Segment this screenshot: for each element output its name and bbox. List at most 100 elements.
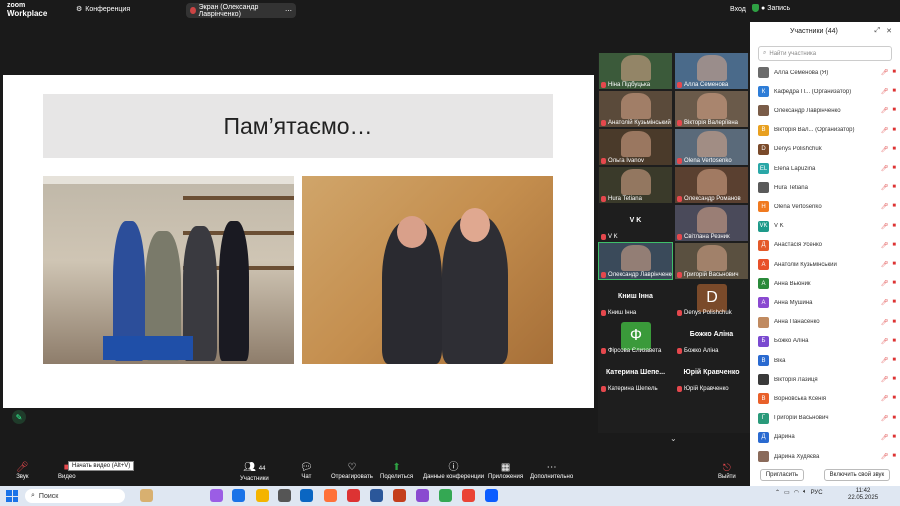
language-indicator[interactable]: РУС [811,490,823,496]
video-off-icon[interactable]: ■ [892,242,896,249]
mic-off-icon[interactable]: 🎤︎ [881,184,889,191]
participant-row[interactable]: Алла Семенова (Я) 🎤︎ ■ [758,64,896,81]
participant-row[interactable]: Г Григорій Васьнович 🎤︎ ■ [758,410,896,427]
mic-off-icon[interactable]: 🎤︎ [881,395,889,402]
app-icon[interactable] [416,489,429,502]
chat-button[interactable]: 💬︎ Чат [300,462,313,480]
leave-button[interactable]: ⎋ Выйти [718,463,736,480]
mic-off-icon[interactable]: 🎤︎ [881,69,889,76]
mic-off-icon[interactable]: 🎤︎ [881,415,889,422]
participant-row[interactable]: Д Дарина 🎤︎ ■ [758,429,896,446]
taskbar-search[interactable]: ⌕ Поиск [25,489,125,503]
video-tile[interactable]: Світлана Резник [675,205,748,241]
powerpoint-icon[interactable] [393,489,406,502]
participant-row[interactable]: А Анна Вьюник 🎤︎ ■ [758,275,896,292]
close-icon[interactable]: ✕ [886,27,892,35]
mic-off-icon[interactable]: 🎤︎ [881,127,889,134]
video-off-icon[interactable]: ■ [892,338,896,345]
word-icon[interactable] [370,489,383,502]
chevron-down-icon[interactable]: ⌄ [670,434,677,443]
zoom-taskbar-icon[interactable] [485,489,498,502]
record-button[interactable]: ● Запись [752,4,790,12]
copilot-icon[interactable] [210,489,223,502]
participant-row[interactable]: Hura Tetiana 🎤︎ ■ [758,179,896,196]
mic-off-icon[interactable]: 🎤︎ [881,376,889,383]
apps-button[interactable]: ▦ Приложения [488,462,523,480]
video-tile[interactable]: Ольга Ivanov [599,129,672,165]
video-off-icon[interactable]: ■ [892,261,896,268]
mic-off-icon[interactable]: 🎤︎ [881,338,889,345]
chevron-up-icon[interactable]: ⌃ [775,489,780,496]
video-tile[interactable]: V K V K [599,205,672,241]
video-off-icon[interactable]: ■ [892,184,896,191]
participant-row[interactable]: Д Анастасія Усенко 🎤︎ ■ [758,237,896,254]
video-off-icon[interactable]: ■ [892,299,896,306]
conference-info-button[interactable]: ⚙ Конференция [76,5,130,14]
participant-row[interactable]: EL Elena Lapuzina 🎤︎ ■ [758,160,896,177]
video-off-icon[interactable]: ■ [892,280,896,287]
participant-row[interactable]: Б Божко Аліна 🎤︎ ■ [758,333,896,350]
video-tile[interactable]: Катерина Шепе... Катерина Шепель [599,357,672,393]
participant-search-input[interactable]: ⌕ Найти участника [758,46,892,61]
more-button[interactable]: ⋯ Дополнительно [530,462,573,480]
video-tile[interactable]: D Denys Polishchuk [675,281,748,317]
video-tile[interactable]: Олександр Лаврінченко [598,242,673,280]
mic-off-icon[interactable]: 🎤︎ [881,453,889,460]
wifi-icon[interactable]: ◠ [794,489,799,496]
participant-row[interactable]: D Denys Polishchuk 🎤︎ ■ [758,141,896,158]
more-icon[interactable]: ⋯ [285,7,292,15]
video-tile[interactable]: Алла Семенова [675,53,748,89]
taskbar-clock[interactable]: 11:42 22.05.2025 [848,488,878,502]
video-tile[interactable]: Вікторія Валеріївна [675,91,748,127]
windows-start-icon[interactable] [6,490,18,502]
chrome-icon-2[interactable] [462,489,475,502]
video-off-icon[interactable]: ■ [892,69,896,76]
video-off-icon[interactable]: ■ [892,107,896,114]
mic-off-icon[interactable]: 🎤︎ [881,280,889,287]
participant-row[interactable]: В Віка 🎤︎ ■ [758,352,896,369]
mic-off-icon[interactable]: 🎤︎ [881,223,889,230]
participant-row[interactable]: H Olena Vertosenko 🎤︎ ■ [758,198,896,215]
video-tile[interactable]: Юрій Кравченко Юрій Кравченко [675,357,748,393]
mic-off-icon[interactable]: 🎤︎ [881,107,889,114]
video-off-icon[interactable]: ■ [892,146,896,153]
video-off-icon[interactable]: ■ [892,376,896,383]
opera-icon[interactable] [347,489,360,502]
unmute-self-button[interactable]: Включить свой звук [823,469,891,481]
video-tile[interactable]: Книш Інна Книш Інна [599,281,672,317]
participant-row[interactable]: А Анатолій Кузьмінський 🎤︎ ■ [758,256,896,273]
mic-off-icon[interactable]: 🎤︎ [881,261,889,268]
video-tile[interactable]: Olena Vertosenko [675,129,748,165]
explorer-icon[interactable] [256,489,269,502]
outlook-icon[interactable] [300,489,313,502]
video-tile[interactable]: Божко Аліна Божко Аліна [675,319,748,355]
chrome-icon[interactable] [439,489,452,502]
mic-off-icon[interactable]: 🎤︎ [881,242,889,249]
firefox-icon[interactable] [324,489,337,502]
video-tile[interactable]: Олександр Романов [675,167,748,203]
video-tile[interactable]: Hura Tetiana [599,167,672,203]
meeting-info-button[interactable]: ⓘ Данные конференции [423,462,484,480]
participant-row[interactable]: Вікторія Лазиця 🎤︎ ■ [758,371,896,388]
news-app-icon[interactable] [140,489,153,502]
mic-off-icon[interactable]: 🎤︎ [881,146,889,153]
video-tile[interactable]: Григорій Васьнович [675,243,748,279]
video-off-icon[interactable]: ■ [892,203,896,210]
participant-row[interactable]: В Ворновська Ксенія 🎤︎ ■ [758,390,896,407]
mic-off-icon[interactable]: 🎤︎ [881,357,889,364]
mic-off-icon[interactable]: 🎤︎ [881,203,889,210]
audio-button[interactable]: 🎤︎ Звук [16,462,29,480]
mic-off-icon[interactable]: 🎤︎ [881,165,889,172]
calendar-icon[interactable] [278,489,291,502]
video-tile[interactable]: Ф Фірсова Єлизавета [599,319,672,355]
video-tile[interactable]: Анатолій Кузьмінський [599,91,672,127]
video-off-icon[interactable]: ■ [892,357,896,364]
annotate-pen-icon[interactable]: ✎ [12,410,26,424]
video-off-icon[interactable]: ■ [892,165,896,172]
participant-row[interactable]: В Вікторія Вал... (Организатор) 🎤︎ ■ [758,122,896,139]
screen-share-indicator[interactable]: Экран (Олександр Лаврінченко) ⋯ [186,3,296,18]
video-off-icon[interactable]: ■ [892,395,896,402]
mic-off-icon[interactable]: 🎤︎ [881,88,889,95]
participant-row[interactable]: Олександр Лаврінченко 🎤︎ ■ [758,102,896,119]
participant-row[interactable]: Дарина Худяєва 🎤︎ ■ [758,448,896,465]
